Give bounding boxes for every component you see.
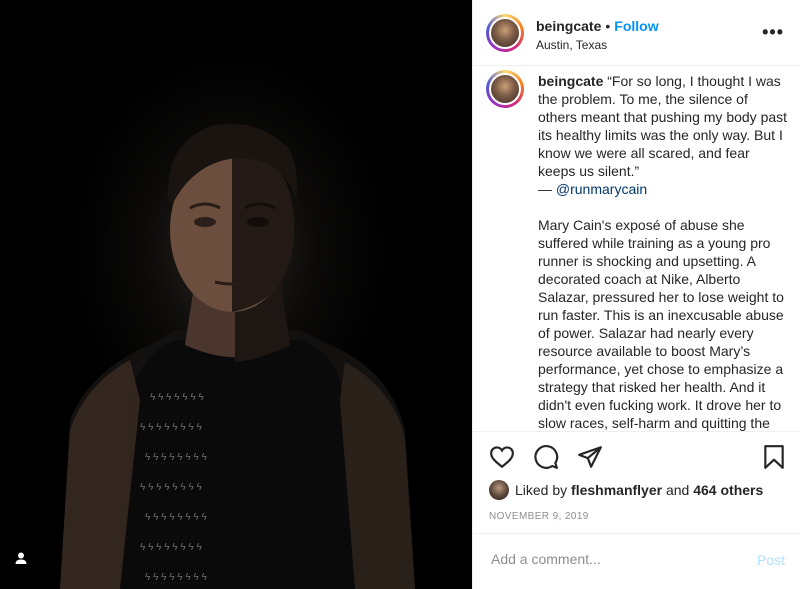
post-side-panel: beingcate • Follow Austin, Texas ••• being… [472, 0, 800, 589]
header-user-line: beingcate • Follow [536, 18, 659, 34]
svg-text:ϟ ϟ ϟ ϟ ϟ ϟ ϟ ϟ: ϟ ϟ ϟ ϟ ϟ ϟ ϟ ϟ [145, 572, 207, 583]
more-options-icon[interactable]: ••• [762, 22, 784, 43]
caption-username[interactable]: beingcate [538, 73, 603, 89]
follow-button[interactable]: Follow [614, 18, 658, 34]
portrait-image: ϟ ϟ ϟ ϟ ϟ ϟ ϟ ϟ ϟ ϟ ϟ ϟ ϟ ϟ ϟ ϟ ϟ ϟ ϟ ϟ … [60, 123, 415, 589]
header-username[interactable]: beingcate [536, 18, 601, 34]
caption: beingcate “For so long, I thought I was … [538, 72, 790, 431]
caption-quote-paragraph: beingcate “For so long, I thought I was … [538, 72, 790, 198]
svg-text:ϟ ϟ ϟ ϟ ϟ ϟ ϟ ϟ: ϟ ϟ ϟ ϟ ϟ ϟ ϟ ϟ [140, 422, 202, 433]
mention-link[interactable]: @runmarycain [556, 181, 647, 197]
attribution-prefix: — [538, 181, 556, 197]
likes-count-link[interactable]: 464 others [693, 482, 763, 498]
svg-text:ϟ ϟ ϟ ϟ ϟ ϟ ϟ ϟ: ϟ ϟ ϟ ϟ ϟ ϟ ϟ ϟ [140, 542, 202, 553]
post-header: beingcate • Follow Austin, Texas ••• [473, 0, 800, 66]
svg-text:ϟ ϟ ϟ ϟ ϟ ϟ ϟ: ϟ ϟ ϟ ϟ ϟ ϟ ϟ [150, 392, 204, 403]
bookmark-icon[interactable] [761, 444, 787, 470]
likes-line: Liked by fleshmanflyer and 464 others [489, 480, 763, 500]
heart-icon[interactable] [489, 444, 515, 470]
likes-prefix: Liked by [515, 482, 568, 498]
liker-avatar[interactable] [489, 480, 509, 500]
svg-text:ϟ ϟ ϟ ϟ ϟ ϟ ϟ ϟ: ϟ ϟ ϟ ϟ ϟ ϟ ϟ ϟ [145, 512, 207, 523]
comment-icon[interactable] [533, 444, 559, 470]
caption-body: Mary Cain's exposé of abuse she suffered… [538, 217, 784, 431]
post-photo[interactable]: ϟ ϟ ϟ ϟ ϟ ϟ ϟ ϟ ϟ ϟ ϟ ϟ ϟ ϟ ϟ ϟ ϟ ϟ ϟ ϟ … [0, 0, 472, 589]
post-comment-button[interactable]: Post [757, 552, 785, 568]
svg-text:ϟ ϟ ϟ ϟ ϟ ϟ ϟ ϟ: ϟ ϟ ϟ ϟ ϟ ϟ ϟ ϟ [145, 452, 207, 463]
action-bar [473, 440, 800, 474]
paper-plane-icon[interactable] [577, 444, 603, 470]
comment-bar: Post [473, 533, 800, 589]
likes-conjunction: and [665, 482, 690, 498]
location-link[interactable]: Austin, Texas [536, 38, 607, 52]
separator-dot: • [605, 18, 611, 34]
tagged-person-icon[interactable] [14, 551, 36, 573]
post-date[interactable]: NOVEMBER 9, 2019 [489, 511, 589, 522]
caption-avatar[interactable] [486, 70, 524, 108]
avatar[interactable] [486, 14, 524, 52]
liker-username[interactable]: fleshmanflyer [571, 482, 662, 498]
svg-text:ϟ ϟ ϟ ϟ ϟ ϟ ϟ ϟ: ϟ ϟ ϟ ϟ ϟ ϟ ϟ ϟ [140, 482, 202, 493]
comment-input[interactable] [489, 550, 733, 568]
caption-area: beingcate “For so long, I thought I was … [473, 66, 800, 432]
